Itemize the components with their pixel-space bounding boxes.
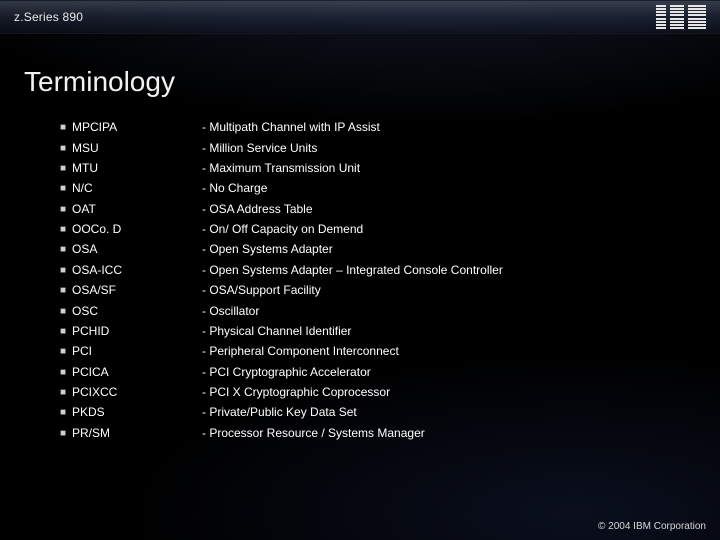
bullet-icon: ■ [60,345,72,359]
bullet-icon: ■ [60,284,72,298]
term-abbr: MSU [72,142,202,154]
term-definition: - PCI Cryptographic Accelerator [202,366,696,378]
bullet-icon: ■ [60,162,72,176]
page-title: Terminology [24,66,696,98]
term-abbr: OSA-ICC [72,264,202,276]
term-abbr: MTU [72,162,202,174]
top-bar: z.Series 890 [0,0,720,34]
term-row: ■PCICA- PCI Cryptographic Accelerator [60,363,696,383]
bullet-icon: ■ [60,386,72,400]
term-definition: - PCI X Cryptographic Coprocessor [202,386,696,398]
term-row: ■PCHID- Physical Channel Identifier [60,322,696,342]
term-abbr: PCHID [72,325,202,337]
term-row: ■MSU- Million Service Units [60,138,696,158]
bullet-icon: ■ [60,203,72,217]
term-abbr: OSC [72,305,202,317]
term-row: ■OSA-ICC- Open Systems Adapter – Integra… [60,261,696,281]
term-row: ■PCI- Peripheral Component Interconnect [60,342,696,362]
term-definition: - OSA Address Table [202,203,696,215]
bullet-icon: ■ [60,427,72,441]
term-row: ■OSA/SF- OSA/Support Facility [60,281,696,301]
bullet-icon: ■ [60,142,72,156]
terms-list: ■MPCIPA- Multipath Channel with IP Assis… [0,112,720,444]
term-row: ■OOCo. D- On/ Off Capacity on Demend [60,220,696,240]
term-row: ■MTU- Maximum Transmission Unit [60,159,696,179]
term-definition: - Oscillator [202,305,696,317]
term-definition: - Processor Resource / Systems Manager [202,427,696,439]
bullet-icon: ■ [60,121,72,135]
term-definition: - Open Systems Adapter – Integrated Cons… [202,264,696,276]
term-definition: - No Charge [202,182,696,194]
term-definition: - Private/Public Key Data Set [202,406,696,418]
term-row: ■MPCIPA- Multipath Channel with IP Assis… [60,118,696,138]
term-definition: - Physical Channel Identifier [202,325,696,337]
term-definition: - Million Service Units [202,142,696,154]
term-abbr: OSA [72,243,202,255]
bullet-icon: ■ [60,406,72,420]
term-abbr: MPCIPA [72,121,202,133]
term-abbr: PCI [72,345,202,357]
term-row: ■OSA- Open Systems Adapter [60,240,696,260]
bullet-icon: ■ [60,223,72,237]
bullet-icon: ■ [60,243,72,257]
term-row: ■OSC- Oscillator [60,301,696,321]
bullet-icon: ■ [60,366,72,380]
term-definition: - Maximum Transmission Unit [202,162,696,174]
term-row: ■N/C- No Charge [60,179,696,199]
term-abbr: PKDS [72,406,202,418]
term-abbr: PCIXCC [72,386,202,398]
term-definition: - OSA/Support Facility [202,284,696,296]
bullet-icon: ■ [60,325,72,339]
term-abbr: OOCo. D [72,223,202,235]
term-row: ■OAT- OSA Address Table [60,200,696,220]
copyright: © 2004 IBM Corporation [598,521,706,532]
term-definition: - Peripheral Component Interconnect [202,345,696,357]
term-definition: - On/ Off Capacity on Demend [202,223,696,235]
title-area: Terminology [0,34,720,112]
bullet-icon: ■ [60,305,72,319]
term-abbr: N/C [72,182,202,194]
product-name: z.Series 890 [14,10,83,24]
term-row: ■PR/SM- Processor Resource / Systems Man… [60,424,696,444]
term-row: ■PCIXCC- PCI X Cryptographic Coprocessor [60,383,696,403]
term-abbr: PCICA [72,366,202,378]
term-definition: - Multipath Channel with IP Assist [202,121,696,133]
ibm-logo-icon [656,4,706,30]
bullet-icon: ■ [60,264,72,278]
bullet-icon: ■ [60,182,72,196]
term-abbr: PR/SM [72,427,202,439]
term-abbr: OAT [72,203,202,215]
term-abbr: OSA/SF [72,284,202,296]
term-definition: - Open Systems Adapter [202,243,696,255]
term-row: ■PKDS- Private/Public Key Data Set [60,403,696,423]
